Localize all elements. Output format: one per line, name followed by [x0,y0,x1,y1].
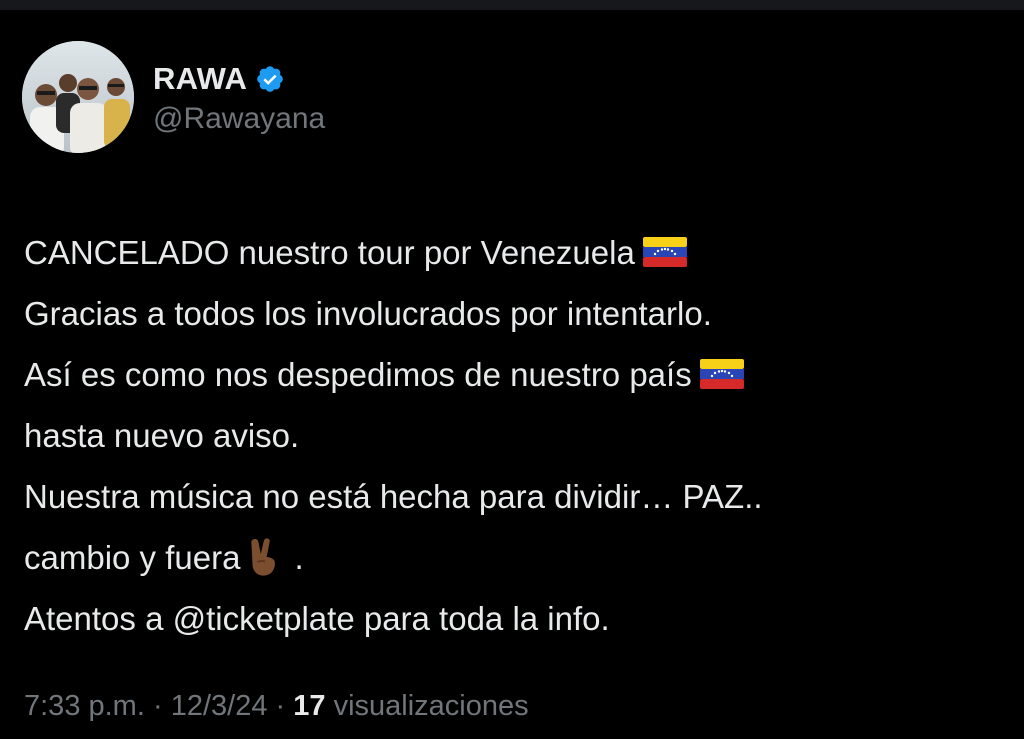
venezuela-flag-icon [699,347,744,408]
author-names: RAWA @Rawayana [153,58,325,136]
victory-hand-icon [246,535,282,596]
tweet-line: CANCELADO nuestro tour por Venezuela [24,222,1009,283]
views-count: 17 [293,690,326,722]
views-label: visualizaciones [333,690,529,722]
tweet-time[interactable]: 7:33 p.m. [24,690,145,722]
display-name-row: RAWA [153,58,325,100]
user-handle[interactable]: @Rawayana [153,102,325,136]
avatar[interactable] [22,41,134,153]
tweet-card[interactable]: RAWA @Rawayana CANCELADO nuestro tour po… [0,10,1024,739]
tweet-line-text: cambio y fuera [24,539,241,576]
tweet-text: CANCELADO nuestro tour por Venezuela Gra… [24,222,1009,649]
tweet-line-trailing-text: . [294,539,304,576]
tweet-line: cambio y fuera . [24,527,1009,588]
tweet-line: Así es como nos despedimos de nuestro pa… [24,344,1009,405]
tweet-line-text: CANCELADO nuestro tour por Venezuela [24,234,635,271]
tweet-line-text: Atentos a @ticketplate para toda la info… [24,600,610,637]
display-name[interactable]: RAWA [153,61,247,97]
tweet-line: Nuestra música no está hecha para dividi… [24,466,1009,527]
tweet-line: Gracias a todos los involucrados por int… [24,283,1009,344]
separator-dot: · [275,690,286,722]
profile-photo-avatar [22,41,134,153]
verified-badge-icon[interactable] [255,64,285,94]
tweet-line: hasta nuevo aviso. [24,405,1009,466]
tweet-metadata: 7:33 p.m. · 12/3/24 · 17 visualizaciones [24,690,529,723]
tweet-line-text: Nuestra música no está hecha para dividi… [24,478,763,515]
tweet-line-text: hasta nuevo aviso. [24,417,300,454]
top-edge-strip [0,0,1024,10]
tweet-line-text: Así es como nos despedimos de nuestro pa… [24,356,692,393]
tweet-header: RAWA @Rawayana [22,40,325,154]
venezuela-flag-icon [642,225,687,286]
tweet-line-text: Gracias a todos los involucrados por int… [24,295,712,332]
separator-dot: · [152,690,163,722]
tweet-date[interactable]: 12/3/24 [171,690,268,722]
tweet-line: Atentos a @ticketplate para toda la info… [24,588,1009,649]
